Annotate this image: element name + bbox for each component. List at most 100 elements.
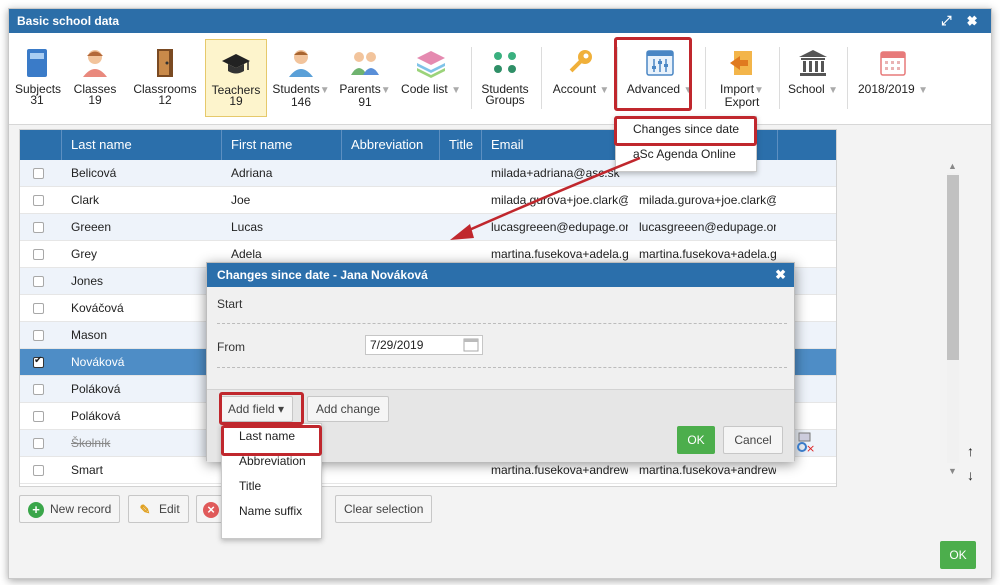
toolbar-code-list-label: Code list ▼ <box>401 82 461 96</box>
key-icon <box>569 50 592 73</box>
clear-selection-button[interactable]: Clear selection <box>335 495 433 523</box>
row-checkbox[interactable] <box>33 249 44 260</box>
toolbar-code-list[interactable]: Code list ▼ <box>397 43 465 113</box>
toolbar-separator <box>847 47 848 109</box>
toolbar-school[interactable]: School ▼ <box>783 43 843 113</box>
cell-last-name: Poláková <box>71 409 121 423</box>
toolbar-subjects-count: 31 <box>30 93 44 107</box>
row-checkbox[interactable] <box>33 195 44 206</box>
header-last-name[interactable]: Last name <box>62 130 222 160</box>
field-option-title[interactable]: Title <box>222 474 321 499</box>
toolbar-teachers-count: 19 <box>229 94 243 108</box>
toolbar-import-export[interactable]: Import▼ Export <box>711 43 773 113</box>
edit-button[interactable]: ✎ Edit <box>128 495 189 523</box>
school-building-icon <box>799 50 827 76</box>
toolbar-separator <box>617 47 618 109</box>
cell-first-name: Adriana <box>231 166 273 180</box>
toolbar-account[interactable]: Account ▼ <box>549 43 613 113</box>
svg-text:×: × <box>806 442 815 454</box>
header-select <box>20 130 62 160</box>
settings-sliders-icon <box>646 50 674 76</box>
cell-first-name: Lucas <box>231 220 264 234</box>
menu-item-changes-since-date[interactable]: Changes since date <box>616 117 756 142</box>
scroll-up-icon[interactable]: ▲ <box>948 161 957 171</box>
move-down-icon[interactable]: ↓ <box>967 467 974 483</box>
calendar-icon[interactable] <box>463 338 479 352</box>
toolbar-subjects[interactable]: Subjects 31 <box>15 43 61 113</box>
toolbar-export-label: Export <box>724 95 760 109</box>
toolbar-separator <box>779 47 780 109</box>
cell-last-name: Grey <box>71 247 98 261</box>
graduation-cap-icon <box>222 54 250 74</box>
move-up-icon[interactable]: ↑ <box>967 443 974 459</box>
dialog-ok-button[interactable]: OK <box>677 426 715 454</box>
toolbar: Subjects 31 Classes 19 Classrooms 12 Tea… <box>9 33 991 125</box>
field-option-name-suffix[interactable]: Name suffix <box>222 499 321 524</box>
cell-last-name: Smart <box>71 463 104 477</box>
toolbar-classes-count: 19 <box>88 93 102 107</box>
toolbar-parents[interactable]: Parents▼ 91 <box>337 43 393 113</box>
toolbar-advanced[interactable]: Advanced ▼ <box>621 43 699 113</box>
toolbar-school-year[interactable]: 2018/2019 ▼ <box>851 43 935 113</box>
cell-last-name: Greeen <box>71 220 112 234</box>
row-checkbox[interactable] <box>33 330 44 341</box>
toolbar-students[interactable]: Students▼ 146 <box>271 43 331 113</box>
toolbar-teachers[interactable]: Teachers 19 <box>205 39 267 117</box>
table-row[interactable]: Clark Joe milada.gurova+joe.clark@ milada.g… <box>20 187 836 214</box>
toolbar-classrooms[interactable]: Classrooms 12 <box>131 43 199 113</box>
cell-last-name: Nováková <box>71 355 125 369</box>
window-controls[interactable]: ⤢ ✖ <box>941 9 983 33</box>
row-checkbox[interactable] <box>33 411 44 422</box>
cell-last-name: Jones <box>71 274 104 288</box>
row-checkbox[interactable] <box>33 303 44 314</box>
from-date-input[interactable]: 7/29/2019 <box>365 335 483 355</box>
row-checkbox[interactable] <box>33 438 44 449</box>
dialog-close-icon[interactable]: ✖ <box>775 263 786 287</box>
window-ok-button[interactable]: OK <box>940 541 976 569</box>
toolbar-advanced-label: Advanced ▼ <box>626 82 694 96</box>
toolbar-separator <box>705 47 706 109</box>
toolbar-school-label: School ▼ <box>788 82 838 96</box>
layers-icon <box>417 51 445 78</box>
cell-last-name: Belicová <box>71 166 117 180</box>
from-label: From <box>217 340 245 354</box>
plus-icon: + <box>28 501 44 518</box>
add-field-menu: Last name Abbreviation Title Name suffix <box>221 423 322 539</box>
scroll-down-icon[interactable]: ▼ <box>948 466 957 476</box>
parents-icon <box>351 52 379 75</box>
toolbar-students-groups-label2: Groups <box>485 93 525 107</box>
toolbar-separator <box>471 47 472 109</box>
groups-icon <box>494 52 516 73</box>
field-option-last-name[interactable]: Last name <box>222 424 321 449</box>
door-icon <box>157 49 173 77</box>
add-change-button[interactable]: Add change <box>307 396 390 422</box>
row-checkbox[interactable] <box>33 384 44 395</box>
divider <box>217 323 787 324</box>
toolbar-classrooms-count: 12 <box>158 93 172 107</box>
scroll-thumb[interactable] <box>947 175 959 360</box>
header-first-name[interactable]: First name <box>222 130 342 160</box>
toolbar-parents-count: 91 <box>358 95 372 109</box>
add-field-button[interactable]: Add field ▾ <box>219 396 294 422</box>
toolbar-students-groups[interactable]: Students Groups <box>477 43 533 113</box>
delete-icon: × <box>203 501 219 518</box>
header-abbreviation[interactable]: Abbreviation <box>342 130 440 160</box>
row-action-icon[interactable]: × <box>796 432 816 454</box>
field-option-abbreviation[interactable]: Abbreviation <box>222 449 321 474</box>
calendar-icon <box>880 51 906 76</box>
row-checkbox[interactable] <box>33 222 44 233</box>
cell-last-name: Mason <box>71 328 108 342</box>
new-record-button[interactable]: + New record <box>19 495 121 523</box>
row-checkbox[interactable] <box>33 168 44 179</box>
window-title: Basic school data <box>17 14 120 28</box>
dialog-titlebar: Changes since date - Jana Nováková ✖ <box>207 263 794 287</box>
table-row[interactable]: Greeen Lucas lucasgreeen@edupage.org lucasg… <box>20 214 836 241</box>
toolbar-classes[interactable]: Classes 19 <box>71 43 119 113</box>
dialog-cancel-button[interactable]: Cancel <box>723 426 783 454</box>
row-checkbox[interactable] <box>33 276 44 287</box>
row-checkbox[interactable] <box>33 465 44 476</box>
table-scrollbar[interactable]: ▲ ▼ <box>943 161 961 477</box>
row-checkbox[interactable] <box>33 355 44 368</box>
pencil-icon: ✎ <box>139 501 151 517</box>
annotation-arrow <box>450 156 641 240</box>
